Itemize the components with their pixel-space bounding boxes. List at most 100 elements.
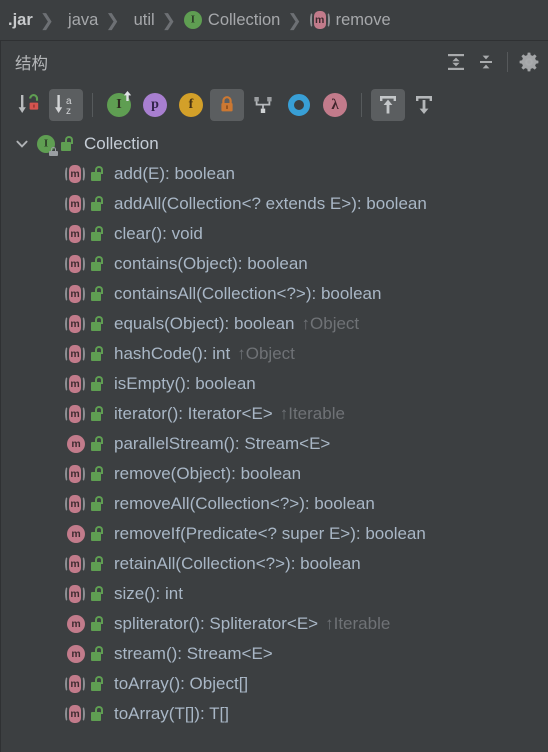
autoscroll-from-source-button[interactable]	[407, 89, 441, 121]
expand-all-icon	[448, 54, 464, 70]
public-lock-icon	[90, 316, 104, 332]
gear-icon	[519, 52, 539, 72]
tree-row-label: toArray(T[]): T[]	[114, 704, 229, 723]
tree-row-icons	[65, 675, 104, 693]
show-non-public-button[interactable]	[210, 89, 244, 121]
tree-row[interactable]: retainAll(Collection<?>): boolean	[1, 549, 548, 579]
tree-row-icons	[65, 495, 104, 513]
tree-row[interactable]: add(E): boolean	[1, 159, 548, 189]
method-abstract-icon	[65, 405, 85, 423]
interface-icon	[183, 11, 202, 29]
chevron-down-icon[interactable]	[11, 133, 33, 155]
inherited-members-glyph: I	[116, 97, 122, 112]
public-lock-icon	[90, 346, 104, 362]
breadcrumb-item-collection[interactable]: Collection	[182, 0, 282, 40]
sort-by-visibility-button[interactable]	[13, 89, 47, 121]
public-lock-icon	[90, 196, 104, 212]
public-lock-icon	[90, 676, 104, 692]
method-abstract-icon	[65, 465, 85, 483]
tree-row-icons	[65, 225, 104, 243]
breadcrumb-item-jar[interactable]: .jar	[0, 0, 35, 40]
tree-row-icons	[65, 645, 104, 663]
public-lock-icon	[90, 616, 104, 632]
method-abstract-icon	[65, 585, 85, 603]
method-abstract-icon	[65, 675, 85, 693]
tree-row[interactable]: spliterator(): Spliterator<E> ↑Iterable	[1, 609, 548, 639]
breadcrumb-item-util[interactable]: util	[126, 0, 157, 40]
tree-row[interactable]: stream(): Stream<E>	[1, 639, 548, 669]
breadcrumb-separator: ❯	[161, 10, 176, 30]
tree-row-label: addAll(Collection<? extends E>): boolean	[114, 194, 427, 213]
breadcrumb-item-label: java	[68, 10, 99, 29]
tree-row-label: equals(Object): boolean	[114, 314, 295, 333]
tree-row[interactable]: iterator(): Iterator<E> ↑Iterable	[1, 399, 548, 429]
tree-row-icons	[65, 465, 104, 483]
tree-row-icons	[65, 315, 104, 333]
show-anonymous-classes-button[interactable]	[282, 89, 316, 121]
breadcrumb-item-java[interactable]: java	[60, 0, 100, 40]
tree-row[interactable]: toArray(T[]): T[]	[1, 699, 548, 729]
breadcrumb-item-label: remove	[335, 10, 391, 29]
show-fields-button[interactable]: f	[174, 89, 208, 121]
tree-row-label: hashCode(): int	[114, 344, 231, 363]
tree-row[interactable]: clear(): void	[1, 219, 548, 249]
header-divider	[507, 52, 508, 72]
public-lock-icon	[90, 466, 104, 482]
breadcrumb-item-remove[interactable]: remove	[308, 0, 393, 40]
tree-row-label: removeAll(Collection<?>): boolean	[114, 494, 375, 513]
public-lock-icon	[90, 556, 104, 572]
collapse-all-icon	[480, 55, 492, 69]
tree-row[interactable]: size(): int	[1, 579, 548, 609]
show-lambdas-button[interactable]: λ	[318, 89, 352, 121]
tree-row-label: spliterator(): Spliterator<E>	[114, 614, 319, 633]
tree-row-override-marker: ↑Object	[301, 314, 360, 333]
breadcrumb: .jar ❯ java ❯ util ❯ Collection ❯ remove	[0, 0, 548, 40]
tree-row[interactable]: hashCode(): int ↑Object	[1, 339, 548, 369]
public-lock-icon	[90, 436, 104, 452]
tree-row-label: iterator(): Iterator<E>	[114, 404, 273, 423]
breadcrumb-item-label: util	[133, 10, 155, 29]
tree-row-icons	[65, 405, 104, 423]
method-abstract-icon	[65, 375, 85, 393]
public-lock-icon	[90, 586, 104, 602]
public-lock-icon	[90, 256, 104, 272]
show-inherited-button[interactable]: I	[102, 89, 136, 121]
public-lock-icon	[90, 166, 104, 182]
tree-row[interactable]: addAll(Collection<? extends E>): boolean	[1, 189, 548, 219]
sort-alphabetically-button[interactable]: a z	[49, 89, 83, 121]
sort-alpha-icon: a z	[55, 95, 72, 117]
structure-tree[interactable]: Collection add(E): boolean addAll(Collect…	[1, 127, 548, 752]
method-default-icon	[65, 615, 85, 633]
collapse-all-button[interactable]	[471, 47, 501, 77]
lambda-icon: λ	[323, 93, 347, 117]
tree-row-label: toArray(): Object[]	[114, 674, 249, 693]
tree-row-icons	[65, 165, 104, 183]
tree-row-override-marker: ↑Iterable	[325, 614, 391, 633]
tree-row[interactable]: parallelStream(): Stream<E>	[1, 429, 548, 459]
breadcrumb-separator: ❯	[105, 10, 120, 30]
group-by-implementation-button[interactable]	[246, 89, 280, 121]
tree-row-label: stream(): Stream<E>	[114, 644, 273, 663]
tree-row-override-marker: ↑Iterable	[279, 404, 345, 423]
tree-row-label: retainAll(Collection<?>): boolean	[114, 554, 361, 573]
lambda-glyph: λ	[331, 96, 339, 113]
scroll-to-source-icon	[416, 96, 432, 114]
tree-row[interactable]: containsAll(Collection<?>): boolean	[1, 279, 548, 309]
structure-panel-header: 结构	[1, 41, 548, 83]
tree-row[interactable]: removeAll(Collection<?>): boolean	[1, 489, 548, 519]
expand-all-button[interactable]	[441, 47, 471, 77]
tree-row[interactable]: removeIf(Predicate<? super E>): boolean	[1, 519, 548, 549]
autoscroll-to-source-button[interactable]	[371, 89, 405, 121]
show-properties-button[interactable]: p	[138, 89, 172, 121]
tree-root-collection[interactable]: Collection	[1, 129, 548, 159]
tree-row[interactable]: toArray(): Object[]	[1, 669, 548, 699]
tree-row[interactable]: remove(Object): boolean	[1, 459, 548, 489]
structure-toolbar: a z I p f λ	[1, 83, 548, 127]
tree-row[interactable]: isEmpty(): boolean	[1, 369, 548, 399]
tree-row[interactable]: contains(Object): boolean	[1, 249, 548, 279]
properties-icon: p	[143, 93, 167, 117]
method-abstract-icon	[65, 255, 85, 273]
method-abstract-icon	[65, 225, 85, 243]
settings-gear-button[interactable]	[514, 47, 544, 77]
tree-row[interactable]: equals(Object): boolean ↑Object	[1, 309, 548, 339]
